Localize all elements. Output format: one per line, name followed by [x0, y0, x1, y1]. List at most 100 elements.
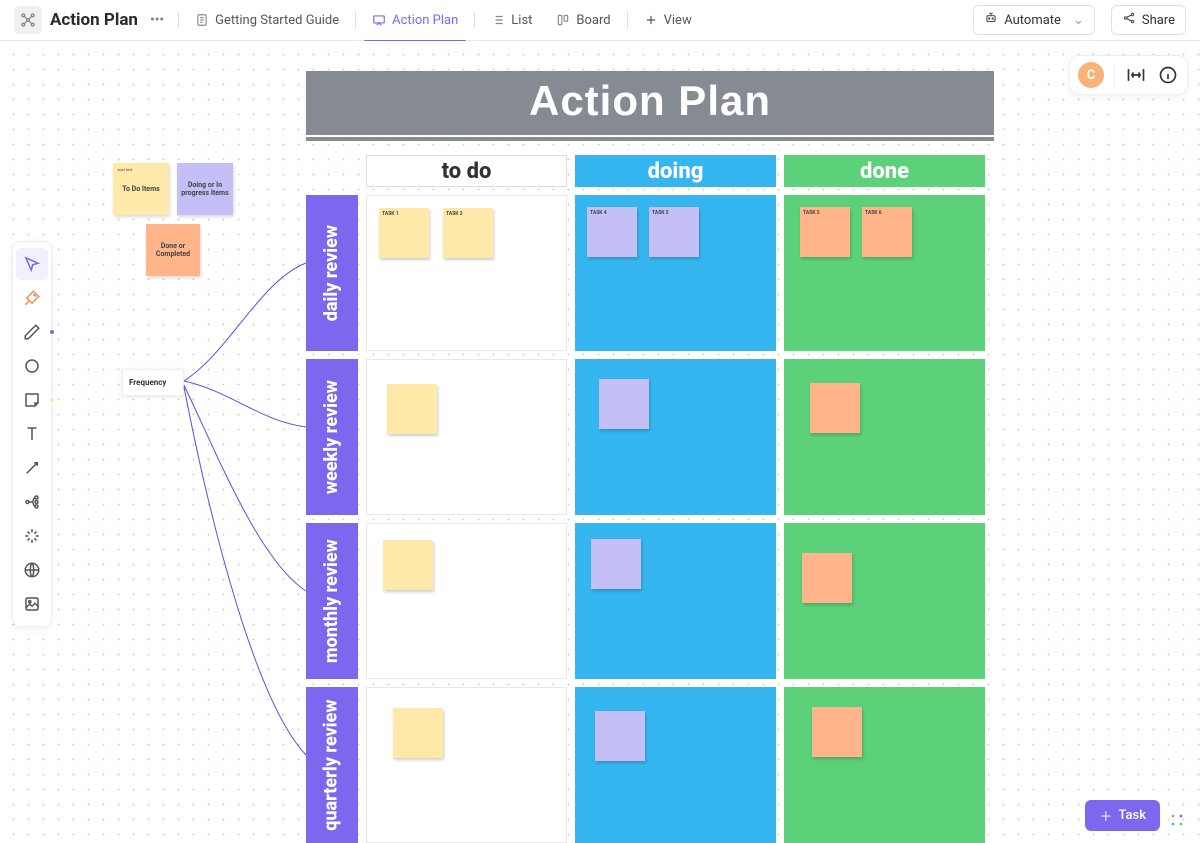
row-label-weekly: weekly review [306, 359, 358, 515]
cell-monthly-todo[interactable] [366, 523, 567, 679]
sticky-empty[interactable] [599, 379, 649, 429]
avatar[interactable]: C [1078, 62, 1104, 88]
legend-doing-label: Doing or In progress Items [177, 181, 233, 197]
sticky-empty[interactable] [595, 711, 645, 761]
info-icon[interactable] [1157, 64, 1179, 86]
legend-todo-sticky[interactable]: Just text To Do Items [113, 163, 169, 215]
row-label-text: monthly review [324, 539, 340, 663]
sticky-empty[interactable] [393, 708, 443, 758]
action-plan-board: Action Plan to do doing done daily revie… [306, 71, 994, 843]
list-icon [491, 13, 505, 27]
row-monthly: monthly review [306, 523, 994, 679]
automate-label: Automate [1004, 13, 1061, 28]
tool-sparkle[interactable] [16, 520, 48, 552]
page-title: Action Plan [50, 10, 138, 30]
cell-weekly-done[interactable] [784, 359, 985, 515]
row-label-text: quarterly review [324, 699, 340, 830]
cell-quarterly-doing[interactable] [575, 687, 776, 843]
tool-pen[interactable] [16, 316, 48, 348]
nav-label: Action Plan [392, 13, 458, 28]
more-icon[interactable]: ••• [150, 12, 164, 28]
legend-todo-label: To Do Items [122, 185, 160, 193]
separator [1114, 64, 1115, 86]
nav-label: Getting Started Guide [215, 13, 339, 28]
doc-icon [195, 13, 209, 27]
cell-monthly-done[interactable] [784, 523, 985, 679]
nav-label: List [511, 13, 532, 28]
share-label: Share [1142, 13, 1175, 28]
row-label-daily: daily review [306, 195, 358, 351]
nav-label: View [664, 13, 692, 28]
tool-mindmap[interactable] [16, 486, 48, 518]
legend-done-label: Done or Completed [146, 242, 200, 258]
row-quarterly: quarterly review [306, 687, 994, 843]
sticky-task-1[interactable]: TASK 1 [379, 208, 429, 258]
sticky-task-2[interactable]: TASK 2 [443, 208, 493, 258]
nav-list[interactable]: List [483, 7, 540, 34]
tool-text[interactable] [16, 418, 48, 450]
automate-button[interactable]: Automate ⌄ [973, 5, 1095, 35]
cell-quarterly-done[interactable] [784, 687, 985, 843]
nav-board[interactable]: Board [548, 7, 618, 34]
cell-daily-done[interactable]: TASK 5 TASK 6 [784, 195, 985, 351]
apps-grid-button[interactable] [1168, 811, 1186, 829]
col-header-todo: to do [366, 155, 567, 187]
tool-image[interactable] [16, 588, 48, 620]
sticky-task-5b[interactable]: TASK 5 [800, 207, 850, 257]
row-daily: daily review TASK 1 TASK 2 TASK 4 TASK 5… [306, 195, 994, 351]
cell-monthly-doing[interactable] [575, 523, 776, 679]
row-weekly: weekly review [306, 359, 994, 515]
sticky-task-4[interactable]: TASK 4 [587, 207, 637, 257]
sticky-empty[interactable] [591, 539, 641, 589]
nav-label: Board [576, 13, 610, 28]
tool-shape[interactable] [16, 350, 48, 382]
chevron-down-icon: ⌄ [1073, 13, 1084, 28]
separator [474, 11, 475, 29]
cell-daily-todo[interactable]: TASK 1 TASK 2 [366, 195, 567, 351]
row-label-quarterly: quarterly review [306, 687, 358, 843]
task-button-label: Task [1118, 808, 1146, 823]
board-divider [306, 137, 994, 141]
sticky-empty[interactable] [802, 553, 852, 603]
plus-icon [644, 13, 658, 27]
sticky-empty[interactable] [810, 383, 860, 433]
board-grid: daily review TASK 1 TASK 2 TASK 4 TASK 5… [306, 195, 994, 843]
cell-weekly-doing[interactable] [575, 359, 776, 515]
cell-daily-doing[interactable]: TASK 4 TASK 5 [575, 195, 776, 351]
sticky-task-6[interactable]: TASK 6 [862, 207, 912, 257]
legend-just-text: Just text [117, 167, 133, 172]
sticky-task-5[interactable]: TASK 5 [649, 207, 699, 257]
tool-connector[interactable] [16, 452, 48, 484]
separator [627, 11, 628, 29]
separator [178, 11, 179, 29]
plus-icon: ＋ [1099, 806, 1112, 825]
app-icon[interactable] [14, 6, 42, 34]
sticky-empty[interactable] [383, 540, 433, 590]
legend-doing-sticky[interactable]: Doing or In progress Items [177, 163, 233, 215]
share-icon [1122, 11, 1136, 29]
nav-action-plan[interactable]: Action Plan [364, 7, 466, 34]
tool-ai[interactable] [16, 282, 48, 314]
column-headers: to do doing done [306, 155, 994, 187]
tool-web[interactable] [16, 554, 48, 586]
canvas-controls: C [1069, 55, 1188, 95]
nav-add-view[interactable]: View [636, 7, 700, 34]
sticky-empty[interactable] [387, 384, 437, 434]
legend-done-sticky[interactable]: Done or Completed [146, 224, 200, 276]
board-title: Action Plan [306, 71, 994, 135]
tool-sticky[interactable] [16, 384, 48, 416]
sticky-empty[interactable] [812, 707, 862, 757]
cell-weekly-todo[interactable] [366, 359, 567, 515]
share-button[interactable]: Share [1111, 5, 1186, 35]
tool-select[interactable] [16, 248, 48, 280]
frequency-node[interactable]: Frequency [122, 369, 184, 396]
cell-quarterly-todo[interactable] [366, 687, 567, 843]
fit-width-icon[interactable] [1125, 64, 1147, 86]
add-task-button[interactable]: ＋ Task [1085, 800, 1160, 831]
whiteboard-canvas[interactable]: C Just text To Do Items Doing or In prog… [0, 41, 1200, 843]
row-label-text: daily review [324, 225, 340, 321]
frequency-label: Frequency [129, 378, 166, 387]
nav-getting-started[interactable]: Getting Started Guide [187, 7, 347, 34]
top-bar: Action Plan ••• Getting Started Guide Ac… [0, 0, 1200, 41]
robot-icon [984, 11, 998, 29]
